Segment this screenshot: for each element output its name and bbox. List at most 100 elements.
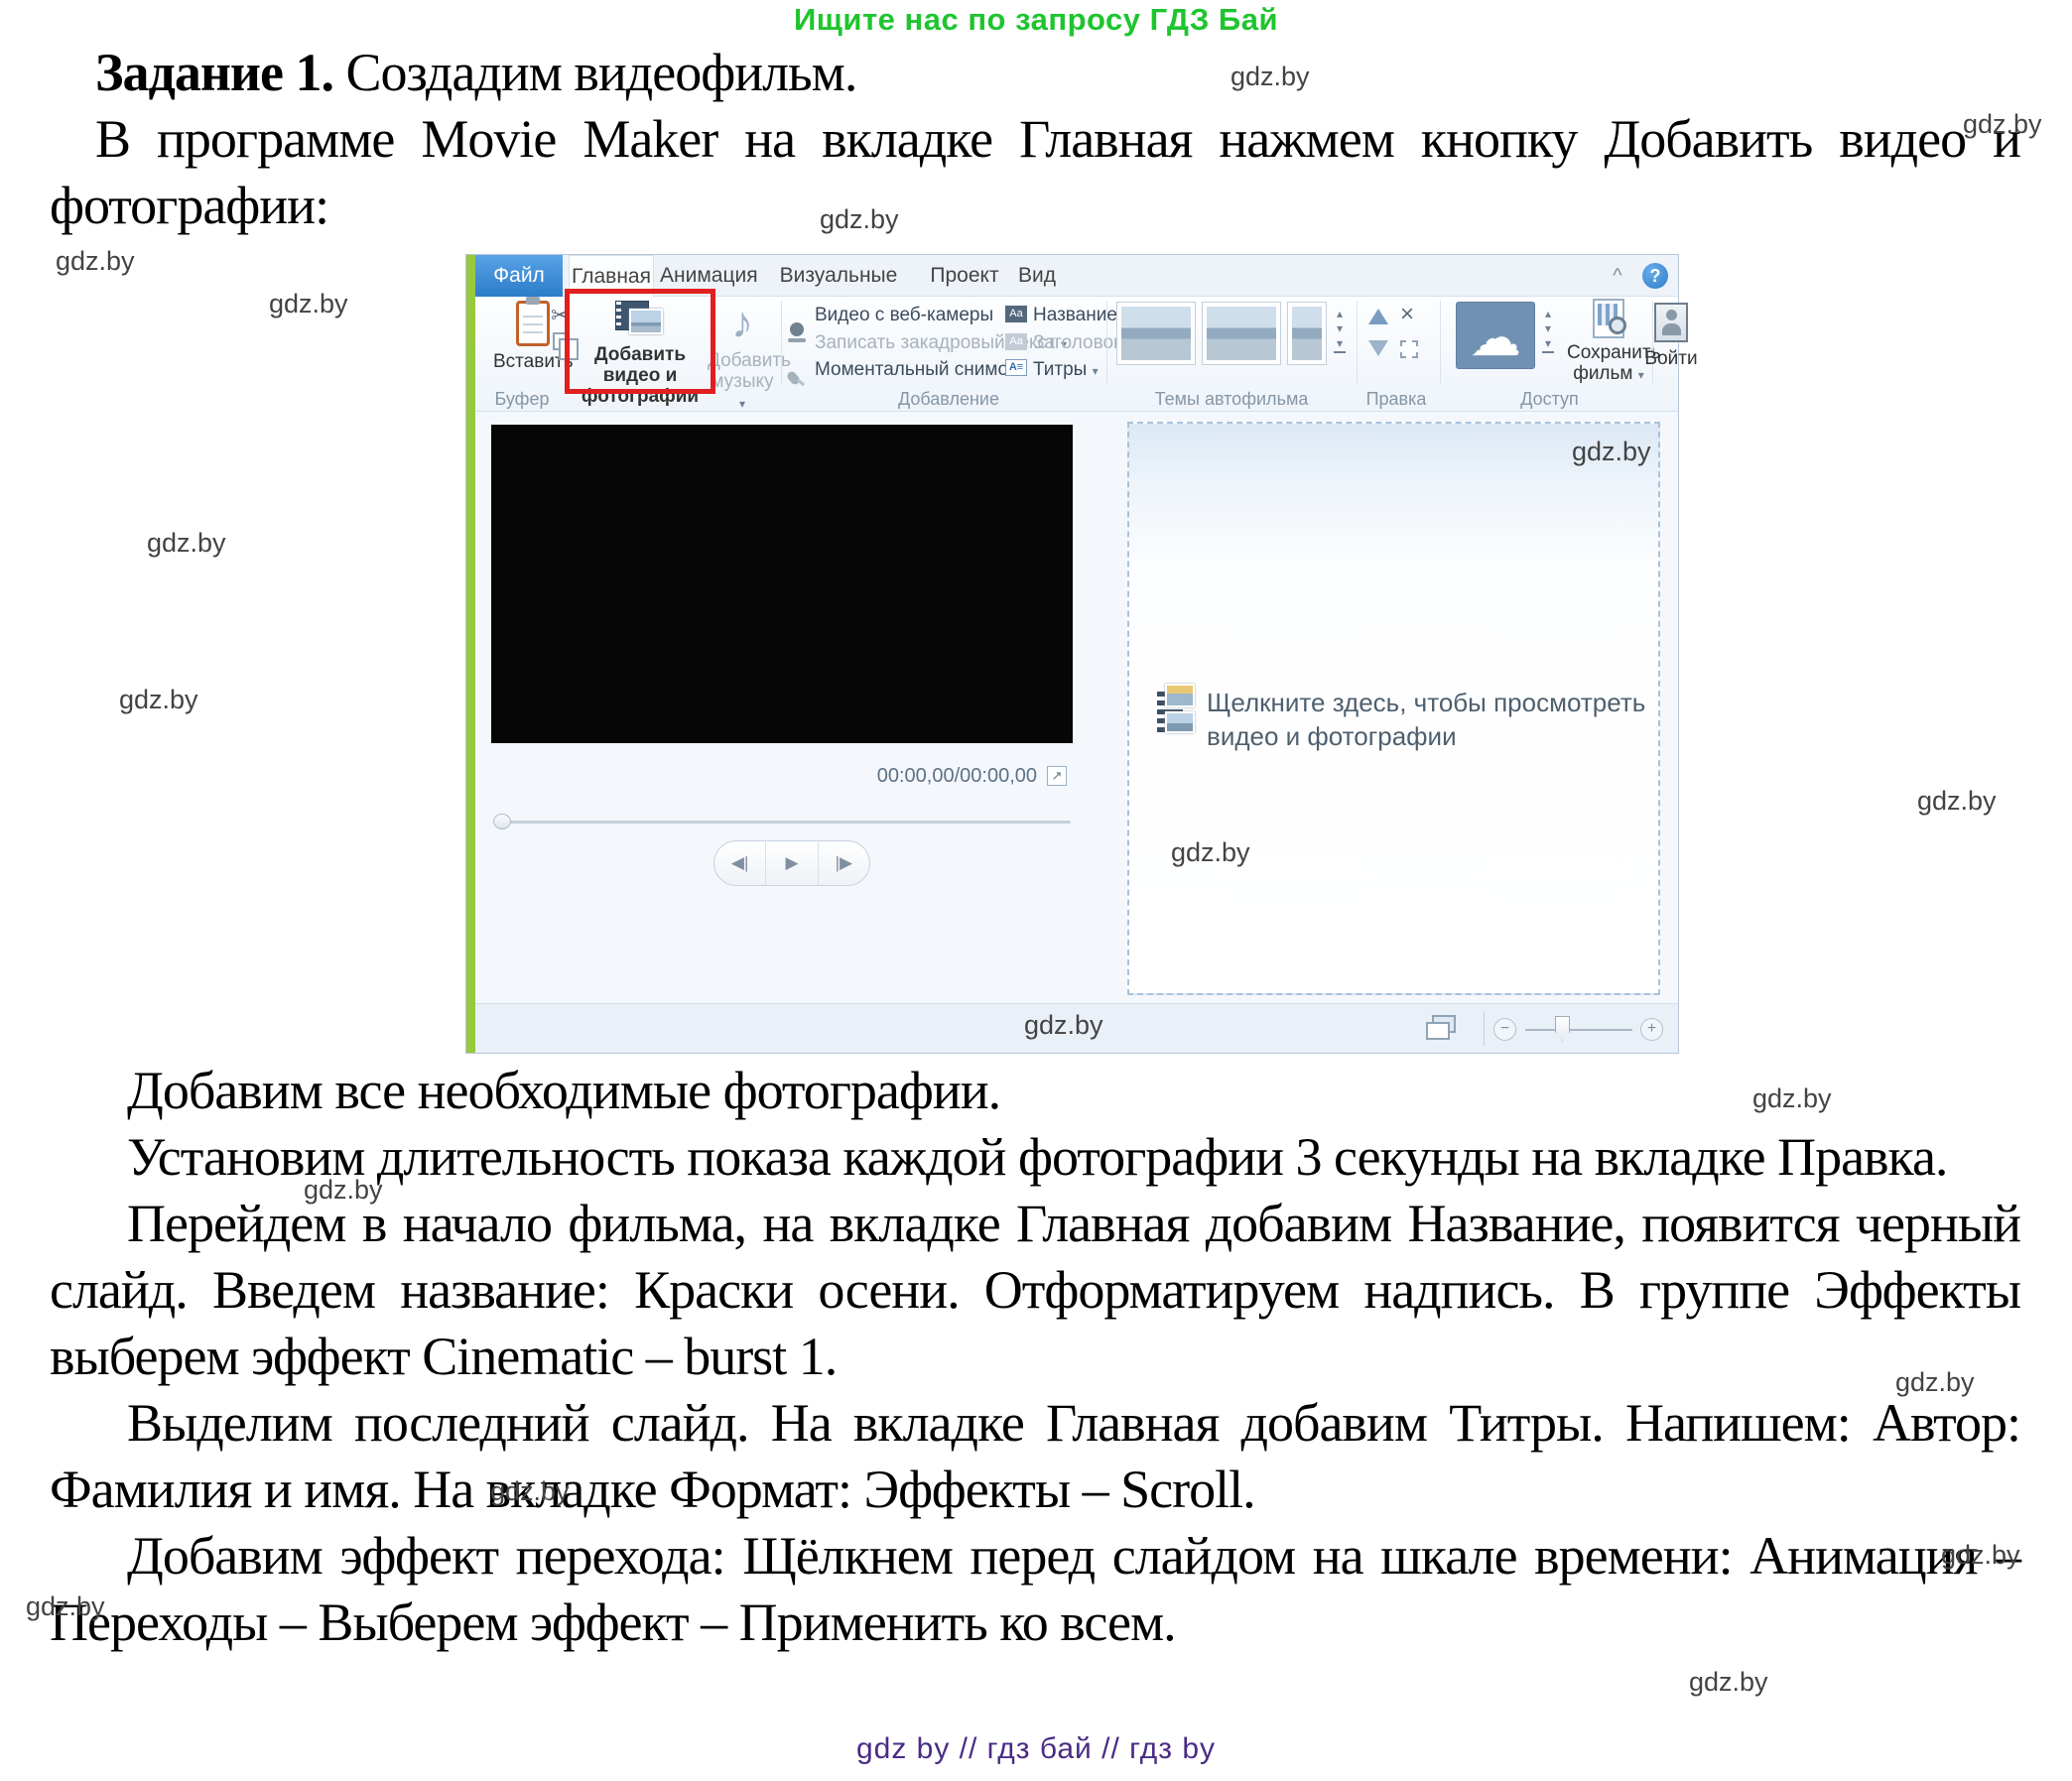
rotate-left-icon[interactable]: [1368, 309, 1388, 324]
paragraph: Добавим эффект перехода: Щёлкнем перед с…: [50, 1523, 2020, 1656]
rotate-right-icon[interactable]: [1368, 340, 1388, 356]
zoom-in-button[interactable]: [1640, 1018, 1663, 1041]
playback-controls: ◀| ▶ |▶: [713, 840, 870, 886]
zoom-slider-thumb[interactable]: [1555, 1016, 1570, 1042]
autofilm-theme-thumbnail[interactable]: [1116, 302, 1196, 365]
music-note-icon: [708, 299, 777, 348]
title-icon: Aa: [1005, 306, 1027, 322]
paragraph: Перейдем в начало фильма, на вкладке Гла…: [50, 1191, 2020, 1390]
seek-track[interactable]: [493, 821, 1071, 824]
task-heading: Задание 1. Создадим видеофильм.: [50, 40, 2020, 106]
film-photo-icon: [1157, 684, 1197, 735]
task-title: Создадим видеофильм.: [333, 43, 856, 102]
themes-scroll-spinner[interactable]: [1331, 307, 1349, 353]
gdz-watermark: gdz.by: [1689, 1667, 1768, 1698]
group-label-themes: Темы автофильма: [1110, 389, 1353, 410]
gdz-watermark: gdz.by: [1230, 62, 1310, 92]
caption-button[interactable]: Заголовок: [1033, 332, 1121, 354]
gdz-watermark: gdz.by: [1895, 1367, 1975, 1398]
credits-button[interactable]: Титры: [1033, 359, 1099, 381]
status-separator: [1484, 1012, 1485, 1046]
tab-project[interactable]: Проект: [928, 255, 1001, 297]
share-scroll-spinner[interactable]: [1539, 307, 1557, 353]
dropdown-arrow-icon: [1093, 359, 1099, 381]
ribbon: Вставить Буфер Добавить видео и фотограф…: [475, 297, 1678, 412]
credits-icon: A≡: [1005, 359, 1027, 376]
thumbnail-size-icon[interactable]: [1426, 1015, 1460, 1041]
paragraph: Выделим последний слайд. На вкладке Глав…: [50, 1390, 2020, 1523]
scroll-up-icon[interactable]: [1331, 307, 1349, 321]
dropdown-arrow-icon: [1638, 363, 1644, 386]
cloud-share-tile[interactable]: [1456, 302, 1535, 369]
gdz-watermark: gdz.by: [490, 1476, 570, 1507]
gdz-watermark: gdz.by: [56, 246, 135, 277]
remove-icon[interactable]: [1400, 305, 1414, 326]
paragraph: Добавим все необходимые фотографии.: [50, 1058, 2020, 1124]
video-preview[interactable]: [491, 425, 1073, 743]
gallery-expand-icon[interactable]: [1539, 336, 1557, 351]
record-narration-button[interactable]: Записать закадровый текст: [815, 332, 1067, 354]
gdz-watermark: gdz.by: [1963, 109, 2042, 140]
cloud-icon: [1470, 303, 1521, 387]
sign-in-button[interactable]: Войти: [1644, 303, 1698, 369]
gdz-watermark: gdz.by: [304, 1175, 383, 1206]
play-button[interactable]: ▶: [766, 841, 818, 885]
microphone-icon: [787, 370, 807, 390]
webcam-video-button[interactable]: Видео с веб-камеры: [815, 305, 993, 326]
intro-paragraph: В программе Movie Maker на вкладке Главн…: [50, 106, 2020, 239]
footer-watermark: gdz by // гдз бай // гдз by: [0, 1732, 2072, 1766]
group-separator: [781, 301, 782, 384]
help-icon[interactable]: ?: [1642, 263, 1668, 289]
storyboard-drop-area[interactable]: Щелкните здесь, чтобы просмотреть видео …: [1127, 422, 1660, 995]
seek-thumb[interactable]: [493, 814, 511, 829]
gdz-watermark: gdz.by: [119, 685, 198, 715]
title-button[interactable]: Название: [1033, 305, 1117, 326]
fullscreen-preview-icon[interactable]: [1047, 766, 1067, 786]
tab-visual-effects[interactable]: Визуальные эффекты: [757, 255, 920, 297]
select-icon[interactable]: [1400, 340, 1418, 358]
previous-frame-button[interactable]: ◀|: [714, 841, 766, 885]
sign-in-person-icon: [1654, 303, 1688, 342]
gdz-watermark: gdz.by: [26, 1591, 105, 1622]
collapse-ribbon-icon[interactable]: ^: [1605, 263, 1630, 289]
document-top-text: Задание 1. Создадим видеофильм. В програ…: [50, 40, 2020, 239]
gallery-expand-icon[interactable]: [1331, 336, 1349, 351]
webcam-icon: [787, 322, 807, 342]
gdz-watermark: gdz.by: [1941, 1540, 2020, 1571]
scroll-up-icon[interactable]: [1539, 307, 1557, 321]
add-music-button[interactable]: Добавить музыку: [708, 299, 777, 415]
save-movie-button[interactable]: Сохранить фильм: [1567, 299, 1650, 386]
scroll-down-icon[interactable]: [1331, 321, 1349, 336]
group-label-add: Добавление: [785, 389, 1112, 410]
group-separator: [1440, 301, 1441, 384]
annotation-highlight-box: [565, 289, 715, 394]
gdz-watermark: gdz.by: [1752, 1083, 1832, 1114]
save-movie-icon: [1593, 299, 1624, 338]
autofilm-theme-thumbnail[interactable]: [1202, 302, 1281, 365]
clipboard-icon: [516, 301, 550, 346]
zoom-out-button[interactable]: [1493, 1018, 1516, 1041]
group-separator: [1106, 301, 1107, 384]
gdz-watermark: gdz.by: [1917, 786, 1997, 817]
storyboard-hint-text: Щелкните здесь, чтобы просмотреть видео …: [1207, 686, 1649, 753]
movie-maker-window: Файл Главная Анимация Визуальные эффекты…: [465, 254, 1679, 1054]
group-label-share: Доступ: [1453, 389, 1646, 410]
tab-view[interactable]: Вид: [1009, 255, 1065, 297]
tab-file[interactable]: Файл: [475, 255, 563, 297]
task-number: Задание 1.: [95, 43, 333, 102]
seek-slider[interactable]: [493, 813, 1071, 830]
scroll-down-icon[interactable]: [1539, 321, 1557, 336]
promo-banner: Ищите нас по запросу ГДЗ Бай: [0, 2, 2072, 38]
zoom-slider-track[interactable]: [1525, 1029, 1632, 1031]
group-label-edit: Правка: [1355, 389, 1438, 410]
caption-icon: Aa: [1005, 333, 1027, 350]
gdz-watermark: gdz.by: [147, 528, 226, 559]
gdz-watermark: gdz.by: [269, 289, 348, 319]
gdz-watermark: gdz.by: [1024, 1010, 1103, 1041]
gdz-watermark: gdz.by: [1572, 437, 1651, 467]
autofilm-theme-thumbnail[interactable]: [1287, 302, 1327, 365]
next-frame-button[interactable]: |▶: [819, 841, 869, 885]
window-main-area: 00:00,00/00:00,00 ◀| ▶ |▶ Щелкните здесь…: [475, 412, 1678, 1003]
snapshot-button[interactable]: Моментальный снимок: [815, 359, 1016, 381]
group-label-clipboard: Буфер: [479, 389, 565, 410]
